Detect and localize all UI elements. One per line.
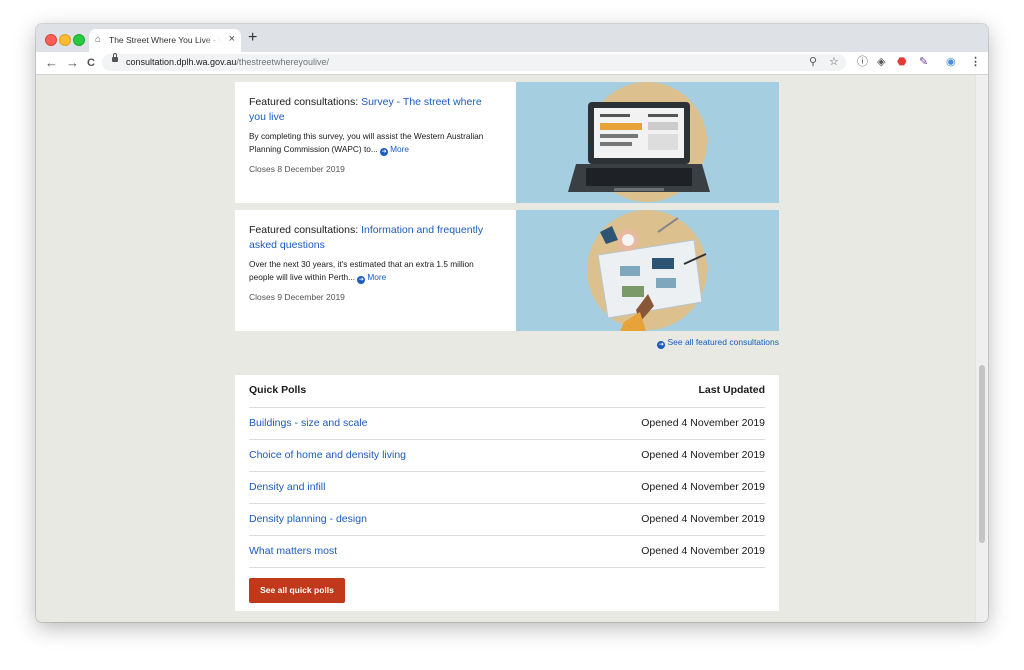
zoom-icon[interactable]: ⚲ — [809, 55, 817, 69]
featured-description: By completing this survey, you will assi… — [249, 131, 484, 154]
lock-icon — [112, 53, 118, 62]
poll-date: Opened 4 November 2019 — [641, 417, 765, 429]
url-domain: consultation.dplh.wa.gov.au — [126, 57, 237, 67]
scrollbar[interactable] — [975, 75, 988, 622]
arrow-circle-icon: ➜ — [657, 341, 666, 349]
star-icon[interactable]: ☆ — [829, 55, 839, 69]
info-icon[interactable]: ⓘ — [857, 55, 868, 69]
tab-bar: ⌂ The Street Where You Live - W × + — [36, 24, 988, 52]
poll-link[interactable]: Density planning - design — [249, 513, 367, 525]
closing-date: Closes 9 December 2019 — [249, 291, 345, 302]
quick-polls-header: Quick Polls Last Updated — [249, 375, 765, 408]
see-all-featured-label: See all featured consultations — [667, 337, 779, 347]
last-updated-header: Last Updated — [698, 384, 765, 396]
site-favicon-icon: ⌂ — [95, 34, 102, 45]
poll-date: Opened 4 November 2019 — [641, 545, 765, 557]
poll-link[interactable]: Density and infill — [249, 481, 325, 493]
tab-title: The Street Where You Live - W — [109, 35, 221, 45]
see-all-featured-link[interactable]: ➜ See all featured consultations — [657, 337, 779, 349]
laptop-survey-illustration — [516, 82, 779, 203]
reload-button[interactable]: C — [87, 55, 95, 71]
more-label: More — [390, 143, 410, 154]
poll-link[interactable]: What matters most — [249, 545, 337, 557]
address-bar[interactable]: consultation.dplh.wa.gov.au/thestreetwhe… — [102, 53, 846, 71]
scrollbar-thumb[interactable] — [979, 365, 985, 543]
back-button[interactable]: ← — [45, 55, 58, 71]
featured-card: Featured consultations: Survey - The str… — [235, 82, 779, 203]
layers-icon[interactable]: ◈ — [877, 55, 885, 69]
menu-icon[interactable]: ⋮ — [970, 55, 981, 69]
tool-icon[interactable]: ✎ — [919, 55, 928, 69]
planning-illustration — [516, 210, 779, 331]
featured-prefix: Featured consultations: — [249, 96, 362, 108]
minimize-window-button[interactable] — [59, 34, 71, 46]
poll-row: Choice of home and density living Opened… — [249, 439, 765, 472]
forward-button[interactable]: → — [66, 55, 79, 71]
url-path: /thestreetwhereyoulive/ — [236, 57, 329, 67]
poll-link[interactable]: Buildings - size and scale — [249, 417, 367, 429]
quick-polls-title: Quick Polls — [249, 384, 307, 396]
browser-tab[interactable]: ⌂ The Street Where You Live - W × — [89, 29, 241, 52]
arrow-circle-icon: ➜ — [380, 147, 389, 156]
more-link[interactable]: ➜ More — [357, 271, 387, 284]
stop-icon[interactable]: ⬣ — [897, 55, 907, 69]
poll-row: What matters most Opened 4 November 2019 — [249, 535, 765, 568]
closing-date: Closes 8 December 2019 — [249, 163, 345, 174]
browser-toolbar: ← → C consultation.dplh.wa.gov.au/thestr… — [36, 52, 988, 75]
arrow-circle-icon: ➜ — [357, 275, 366, 284]
more-label: More — [367, 271, 387, 282]
poll-date: Opened 4 November 2019 — [641, 481, 765, 493]
new-tab-button[interactable]: + — [248, 30, 257, 46]
featured-card: Featured consultations: Information and … — [235, 210, 779, 331]
poll-row: Density planning - design Opened 4 Novem… — [249, 503, 765, 536]
poll-date: Opened 4 November 2019 — [641, 449, 765, 461]
poll-link[interactable]: Choice of home and density living — [249, 449, 406, 461]
see-all-quick-polls-button[interactable]: See all quick polls — [249, 578, 345, 603]
browser-window: ⌂ The Street Where You Live - W × + ← → … — [36, 24, 988, 622]
maximize-window-button[interactable] — [73, 34, 85, 46]
featured-prefix: Featured consultations: — [249, 224, 362, 236]
more-link[interactable]: ➜ More — [380, 143, 410, 156]
poll-date: Opened 4 November 2019 — [641, 513, 765, 525]
poll-row: Buildings - size and scale Opened 4 Nove… — [249, 407, 765, 440]
tab-close-icon[interactable]: × — [229, 33, 235, 45]
close-window-button[interactable] — [45, 34, 57, 46]
url-text[interactable]: consultation.dplh.wa.gov.au/thestreetwhe… — [126, 57, 329, 67]
poll-row: Density and infill Opened 4 November 201… — [249, 471, 765, 504]
quick-polls-panel: Quick Polls Last Updated Buildings - siz… — [235, 375, 779, 611]
avatar-icon[interactable]: ◉ — [946, 55, 956, 69]
